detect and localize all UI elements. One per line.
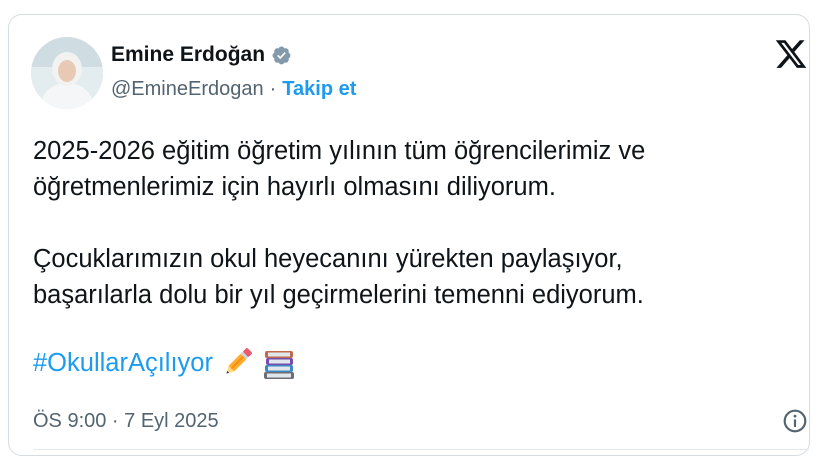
tweet-text: 2025-2026 eğitim öğretim yılının tüm öğr… <box>33 133 793 313</box>
x-logo-icon[interactable] <box>774 37 808 71</box>
tweet-line: başarılarla dolu bir yıl geçirmelerini t… <box>33 281 644 309</box>
avatar[interactable] <box>31 37 103 109</box>
author-name[interactable]: Emine Erdoğan <box>111 43 265 67</box>
tweet-timestamp[interactable]: ÖS 9:00 · 7 Eyl 2025 <box>33 410 219 433</box>
books-emoji <box>263 351 294 379</box>
tweet-line: öğretmenlerimiz için hayırlı olmasını di… <box>33 173 556 201</box>
pencil-emoji <box>226 348 252 374</box>
tweet-line: Çocuklarımızın okul heyecanını yürekten … <box>33 245 623 273</box>
tweet-line: 2025-2026 eğitim öğretim yılının tüm öğr… <box>33 137 646 165</box>
follow-button[interactable]: Takip et <box>282 78 356 101</box>
verified-badge-icon <box>272 46 291 64</box>
tweet-card[interactable]: Emine Erdoğan @EmineErdogan · Takip et 2… <box>8 14 810 456</box>
hashtag-link[interactable]: #OkullarAçılıyor <box>33 349 213 378</box>
author-handle[interactable]: @EmineErdogan <box>111 78 264 101</box>
info-icon[interactable] <box>782 408 808 434</box>
separator-dot: · <box>269 78 277 100</box>
divider <box>33 449 809 450</box>
